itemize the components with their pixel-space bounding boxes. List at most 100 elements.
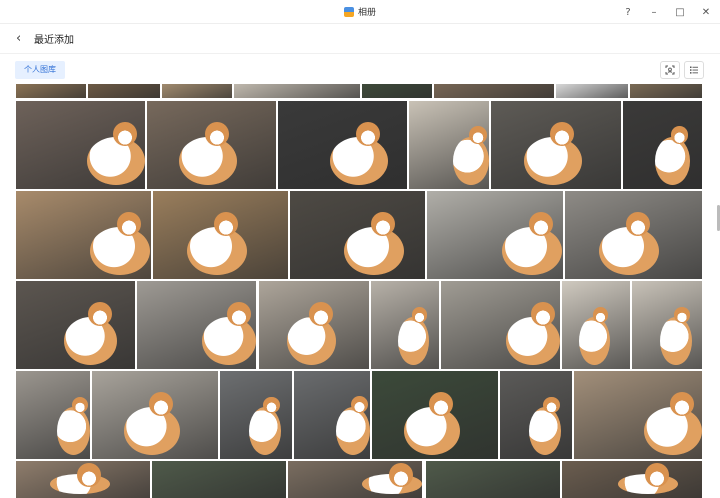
photo-thumbnail[interactable] bbox=[92, 371, 218, 459]
face-scan-button[interactable] bbox=[660, 61, 680, 79]
cat-figure bbox=[329, 136, 388, 185]
cat-figure bbox=[506, 316, 560, 365]
photo-thumbnail[interactable] bbox=[362, 84, 432, 98]
photo-thumbnail[interactable] bbox=[16, 281, 135, 369]
cat-figure bbox=[654, 136, 691, 185]
cat-head bbox=[213, 212, 238, 237]
cat-head bbox=[549, 122, 574, 147]
cat-head bbox=[263, 396, 280, 414]
cat-figure bbox=[660, 316, 692, 365]
maximize-icon[interactable]: □ bbox=[674, 7, 686, 18]
cat-head bbox=[528, 212, 553, 237]
photo-thumbnail[interactable] bbox=[16, 371, 90, 459]
cat-head bbox=[645, 463, 669, 487]
cat-head bbox=[71, 396, 89, 414]
cat-figure bbox=[579, 316, 610, 365]
photo-thumbnail[interactable] bbox=[623, 101, 702, 189]
photo-thumbnail[interactable] bbox=[562, 281, 630, 369]
window-controls: ? – □ ✕ bbox=[622, 0, 712, 24]
face-scan-icon bbox=[665, 65, 675, 75]
photo-thumbnail[interactable] bbox=[16, 101, 145, 189]
photo-thumbnail[interactable] bbox=[574, 371, 702, 459]
toolbar: 个人图库 bbox=[0, 61, 720, 81]
cat-figure bbox=[56, 406, 90, 455]
photo-thumbnail[interactable] bbox=[16, 191, 151, 279]
page-title: 最近添加 bbox=[34, 35, 74, 46]
photo-thumbnail[interactable] bbox=[234, 84, 360, 98]
photo-thumbnail[interactable] bbox=[500, 371, 572, 459]
close-icon[interactable]: ✕ bbox=[700, 7, 712, 18]
cat-head bbox=[592, 307, 609, 323]
cat-head bbox=[388, 463, 413, 487]
photo-thumbnail[interactable] bbox=[294, 371, 370, 459]
cat-head bbox=[149, 392, 173, 417]
cat-head bbox=[76, 463, 101, 487]
photo-thumbnail[interactable] bbox=[88, 84, 160, 98]
cat-head bbox=[226, 302, 251, 327]
list-view-button[interactable] bbox=[684, 61, 704, 79]
photo-thumbnail[interactable] bbox=[162, 84, 232, 98]
photos-window: 相册 ? – □ ✕ ‹ 最近添加 个人图库 bbox=[0, 0, 720, 498]
cat-head bbox=[670, 125, 689, 144]
photo-thumbnail[interactable] bbox=[372, 371, 498, 459]
cat-head bbox=[87, 302, 112, 327]
photo-grid bbox=[16, 84, 702, 498]
photo-thumbnail[interactable] bbox=[630, 84, 702, 98]
photo-thumbnail[interactable] bbox=[16, 84, 86, 98]
cat-figure bbox=[86, 136, 145, 185]
photo-thumbnail[interactable] bbox=[427, 191, 563, 279]
help-icon[interactable]: ? bbox=[622, 7, 634, 18]
photo-thumbnail[interactable] bbox=[426, 461, 560, 498]
cat-figure bbox=[528, 406, 562, 455]
cat-head bbox=[530, 302, 555, 327]
title-bar: 相册 ? – □ ✕ bbox=[0, 0, 720, 24]
photo-thumbnail[interactable] bbox=[632, 281, 702, 369]
cat-figure bbox=[523, 136, 582, 185]
photo-thumbnail[interactable] bbox=[409, 101, 489, 189]
photos-app-icon bbox=[343, 6, 354, 17]
photo-thumbnail[interactable] bbox=[556, 84, 628, 98]
cat-figure bbox=[63, 316, 118, 365]
list-view-icon bbox=[690, 66, 698, 74]
cat-figure bbox=[248, 406, 282, 455]
cat-head bbox=[429, 392, 453, 417]
photo-thumbnail[interactable] bbox=[278, 101, 407, 189]
photo-thumbnail[interactable] bbox=[434, 84, 554, 98]
cat-figure bbox=[90, 226, 151, 275]
cat-figure bbox=[186, 226, 247, 275]
cat-figure bbox=[335, 406, 370, 455]
library-tab-personal[interactable]: 个人图库 bbox=[15, 61, 65, 79]
photo-thumbnail[interactable] bbox=[371, 281, 439, 369]
photo-thumbnail[interactable] bbox=[147, 101, 276, 189]
photo-thumbnail[interactable] bbox=[491, 101, 621, 189]
minimize-icon[interactable]: – bbox=[648, 7, 660, 18]
app-title: 相册 bbox=[343, 5, 376, 18]
photo-thumbnail[interactable] bbox=[290, 191, 425, 279]
photo-thumbnail[interactable] bbox=[152, 461, 286, 498]
window-title: 相册 bbox=[357, 8, 376, 18]
page-header: ‹ 最近添加 bbox=[0, 24, 720, 54]
cat-head bbox=[411, 307, 428, 323]
cat-figure bbox=[202, 316, 256, 365]
cat-figure bbox=[179, 136, 238, 185]
photo-thumbnail[interactable] bbox=[441, 281, 560, 369]
cat-figure bbox=[123, 406, 181, 455]
cat-head bbox=[371, 212, 395, 237]
photo-thumbnail[interactable] bbox=[220, 371, 292, 459]
cat-figure bbox=[286, 316, 336, 365]
photo-thumbnail[interactable] bbox=[565, 191, 702, 279]
cat-figure bbox=[344, 226, 404, 275]
cat-head bbox=[355, 122, 380, 147]
photo-thumbnail[interactable] bbox=[288, 461, 422, 498]
cat-figure bbox=[453, 136, 489, 185]
photo-thumbnail[interactable] bbox=[16, 461, 150, 498]
photo-thumbnail[interactable] bbox=[137, 281, 256, 369]
photo-thumbnail[interactable] bbox=[259, 281, 369, 369]
photo-thumbnail[interactable] bbox=[153, 191, 288, 279]
cat-figure bbox=[599, 226, 660, 275]
cat-figure bbox=[403, 406, 461, 455]
cat-head bbox=[308, 302, 333, 327]
chevron-left-icon[interactable]: ‹ bbox=[16, 31, 26, 46]
cat-head bbox=[469, 125, 488, 144]
photo-thumbnail[interactable] bbox=[562, 461, 702, 498]
